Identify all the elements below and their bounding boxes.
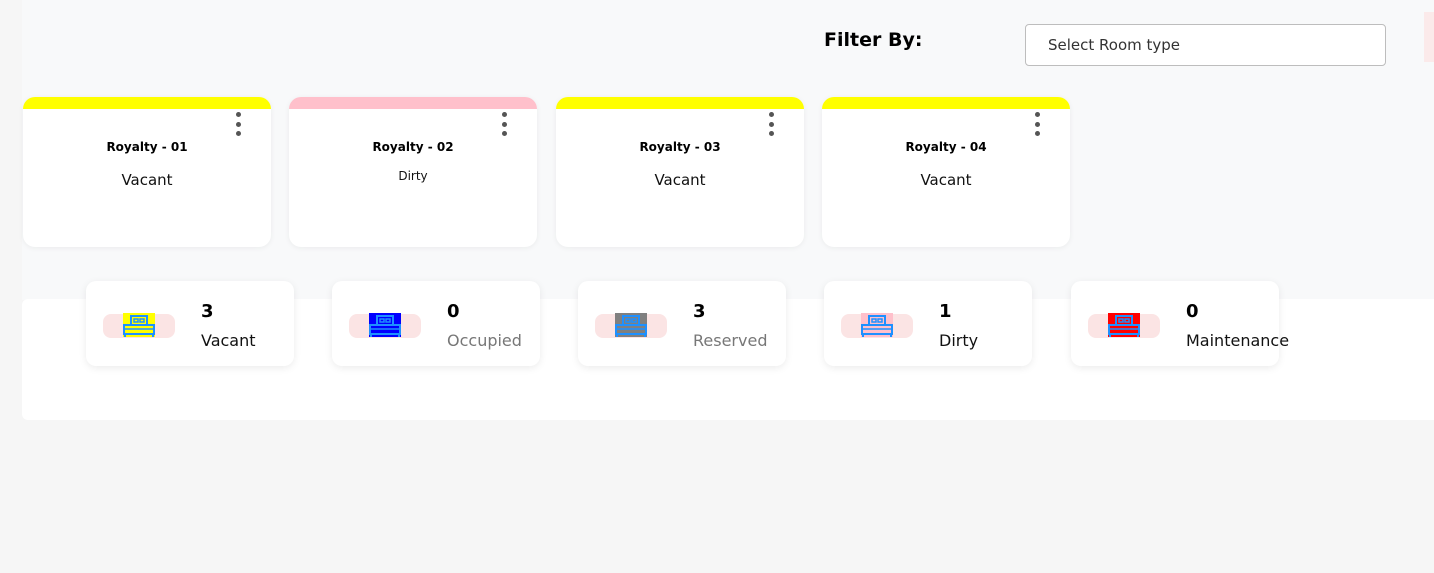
status-summary-card: 0 Occupied [332, 281, 540, 366]
room-status: Dirty [398, 169, 428, 183]
kebab-menu-icon[interactable] [765, 112, 777, 136]
room-card[interactable]: Royalty - 02 Dirty [289, 97, 537, 247]
kebab-menu-icon[interactable] [498, 112, 510, 136]
kebab-menu-icon[interactable] [232, 112, 244, 136]
room-status-bar [822, 97, 1070, 109]
left-gutter [0, 0, 22, 573]
status-count: 1 [939, 301, 952, 322]
room-status-bar [289, 97, 537, 109]
status-label: Reserved [693, 331, 768, 350]
room-type-select[interactable]: Select Room type [1025, 24, 1386, 66]
room-card[interactable]: Royalty - 01 Vacant [23, 97, 271, 247]
bed-icon [861, 313, 893, 337]
room-card[interactable]: Royalty - 03 Vacant [556, 97, 804, 247]
bed-icon-pill [103, 313, 175, 338]
bed-icon [123, 313, 155, 337]
bed-icon [1108, 313, 1140, 337]
room-status: Vacant [920, 171, 972, 189]
status-label: Occupied [447, 331, 522, 350]
bed-icon-pill [1088, 313, 1160, 338]
bed-icon [369, 313, 401, 337]
edge-accent [1424, 12, 1434, 62]
status-label: Vacant [201, 331, 256, 350]
room-card[interactable]: Royalty - 04 Vacant [822, 97, 1070, 247]
status-count: 3 [201, 301, 214, 322]
room-name: Royalty - 01 [106, 140, 188, 154]
status-label: Dirty [939, 331, 979, 350]
room-name: Royalty - 03 [639, 140, 721, 154]
bed-icon-pill [841, 313, 913, 338]
filter-by-label: Filter By: [824, 29, 923, 51]
status-label: Maintenance [1186, 331, 1290, 350]
room-status-bar [23, 97, 271, 109]
bed-icon-pill [595, 313, 667, 338]
status-summary-card: 0 Maintenance [1071, 281, 1289, 366]
room-name: Royalty - 02 [372, 140, 454, 154]
bed-icon [615, 313, 647, 337]
room-name: Royalty - 04 [905, 140, 987, 154]
kebab-menu-icon[interactable] [1031, 112, 1043, 136]
status-summary-card: 1 Dirty [824, 281, 1032, 366]
status-count: 0 [447, 301, 460, 322]
bed-icon-pill [349, 313, 421, 338]
status-summary-card: 3 Reserved [578, 281, 786, 366]
room-status: Vacant [654, 171, 706, 189]
status-count: 3 [693, 301, 706, 322]
room-status: Vacant [121, 171, 173, 189]
status-summary-card: 3 Vacant [86, 281, 294, 366]
room-status-bar [556, 97, 804, 109]
status-count: 0 [1186, 301, 1199, 322]
